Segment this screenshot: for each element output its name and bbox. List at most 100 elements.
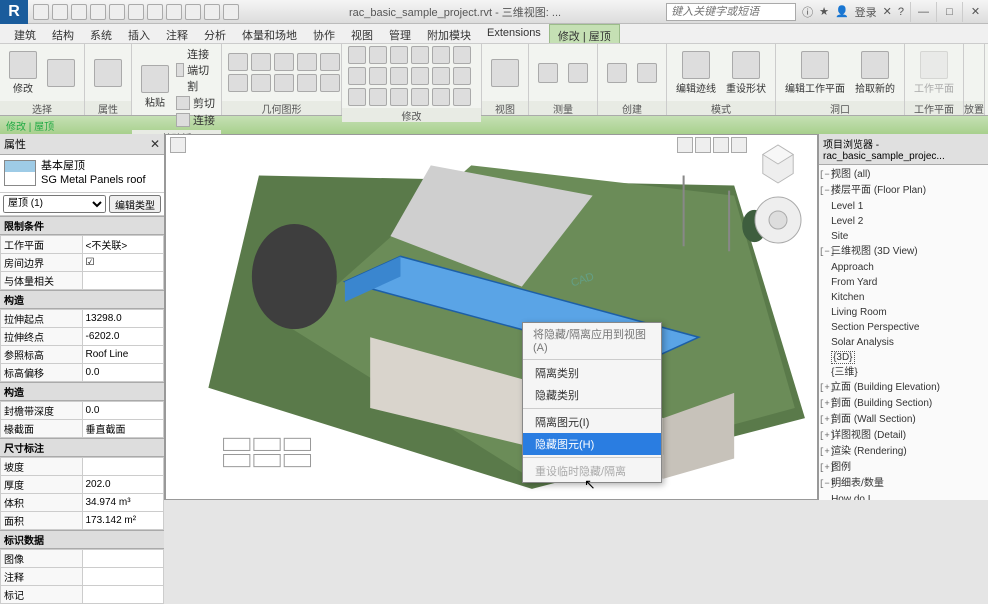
qat-save-icon[interactable]: [52, 4, 68, 20]
geo-tool-icon[interactable]: [251, 74, 271, 92]
modify-tool-icon[interactable]: [369, 46, 387, 64]
tree-node[interactable]: [+] 剖面 (Building Section): [819, 396, 988, 412]
maximize-button[interactable]: □: [936, 2, 962, 22]
tab-12[interactable]: 修改 | 屋顶: [549, 24, 620, 43]
qat-icon[interactable]: [204, 4, 220, 20]
workplane-button[interactable]: 工作平面: [911, 49, 957, 97]
type-properties-button[interactable]: [91, 57, 125, 89]
tab-10[interactable]: 附加模块: [419, 24, 479, 43]
context-menu-item[interactable]: 隐藏图元(H): [523, 433, 661, 455]
modify-tool-icon[interactable]: [411, 67, 429, 85]
prop-value[interactable]: <不关联>: [82, 235, 164, 253]
tree-node[interactable]: Approach: [819, 260, 988, 275]
geo-tool-icon[interactable]: [320, 53, 340, 71]
tree-node[interactable]: [+] 渲染 (Rendering): [819, 444, 988, 460]
user-icon[interactable]: 👤: [835, 5, 849, 18]
cut-connect-button[interactable]: 连接端切割: [176, 46, 215, 94]
tree-node[interactable]: Section Perspective: [819, 320, 988, 335]
tree-node[interactable]: Level 2: [819, 214, 988, 229]
modify-tool-icon[interactable]: [369, 67, 387, 85]
modify-tool-icon[interactable]: [390, 88, 408, 106]
qat-icon[interactable]: [147, 4, 163, 20]
tab-2[interactable]: 系统: [82, 24, 120, 43]
prop-value[interactable]: [82, 549, 164, 567]
exchange-icon[interactable]: ✕: [883, 5, 892, 18]
geo-tool-icon[interactable]: [297, 53, 317, 71]
modify-tool-icon[interactable]: [348, 88, 366, 106]
modify-tool-icon[interactable]: [348, 46, 366, 64]
prop-value[interactable]: 202.0: [82, 475, 164, 493]
viewport-3d[interactable]: CAD 将隐藏/隔离应用到视图(A) 隔离类别隐藏类别隔离图元(I)隐藏图元(H…: [165, 134, 818, 500]
tree-node[interactable]: [−] 视图 (all): [819, 167, 988, 183]
instance-selector[interactable]: 屋顶 (1): [3, 195, 106, 213]
context-menu-item[interactable]: 隔离图元(I): [523, 411, 661, 433]
properties-close-icon[interactable]: ✕: [150, 137, 160, 151]
tree-node[interactable]: [+] 立面 (Building Elevation): [819, 380, 988, 396]
vp-tool-icon[interactable]: [731, 137, 747, 153]
tree-node[interactable]: [+] 图例: [819, 460, 988, 476]
geo-tool-icon[interactable]: [228, 53, 248, 71]
tree-node[interactable]: [−] 楼层平面 (Floor Plan): [819, 183, 988, 199]
tree-node[interactable]: Site: [819, 229, 988, 244]
model-canvas[interactable]: CAD: [166, 135, 817, 499]
modify-tool-icon[interactable]: [369, 88, 387, 106]
prop-value[interactable]: 173.142 m²: [82, 511, 164, 529]
tab-8[interactable]: 视图: [343, 24, 381, 43]
modify-tool-icon[interactable]: [411, 88, 429, 106]
pick-new-button[interactable]: 拾取新的: [852, 49, 898, 97]
help-icon[interactable]: ?: [898, 6, 904, 18]
modify-tool-icon[interactable]: [411, 46, 429, 64]
tab-5[interactable]: 分析: [196, 24, 234, 43]
prop-value[interactable]: 34.974 m³: [82, 493, 164, 511]
login-label[interactable]: 登录: [855, 4, 877, 20]
properties-button[interactable]: [44, 57, 78, 89]
geo-tool-icon[interactable]: [274, 74, 294, 92]
tree-node[interactable]: [−] 明细表/数量: [819, 476, 988, 492]
qat-icon[interactable]: [223, 4, 239, 20]
join-button[interactable]: 连接: [176, 112, 215, 128]
app-logo[interactable]: R: [0, 0, 28, 24]
tree-node[interactable]: [−] 三维视图 (3D View): [819, 244, 988, 260]
tab-7[interactable]: 协作: [305, 24, 343, 43]
measure-tool[interactable]: [535, 61, 561, 85]
tab-6[interactable]: 体量和场地: [234, 24, 305, 43]
vp-tool-icon[interactable]: [713, 137, 729, 153]
nav-wheel[interactable]: [753, 195, 803, 245]
tab-9[interactable]: 管理: [381, 24, 419, 43]
prop-value[interactable]: -6202.0: [82, 327, 164, 345]
prop-value[interactable]: [82, 457, 164, 475]
tree-node[interactable]: Living Room: [819, 305, 988, 320]
prop-value[interactable]: 13298.0: [82, 309, 164, 327]
tab-0[interactable]: 建筑: [6, 24, 44, 43]
tree-node[interactable]: [+] 剖面 (Wall Section): [819, 412, 988, 428]
tree-node[interactable]: {3D}: [819, 350, 988, 365]
modify-tool-icon[interactable]: [432, 67, 450, 85]
prop-value[interactable]: Roof Line: [82, 345, 164, 363]
view-cube[interactable]: [759, 143, 797, 185]
prop-value[interactable]: ☑: [82, 253, 164, 271]
tree-node[interactable]: {三维}: [819, 365, 988, 380]
measure-tool[interactable]: [565, 61, 591, 85]
reset-shape-button[interactable]: 重设形状: [723, 49, 769, 97]
tab-4[interactable]: 注释: [158, 24, 196, 43]
edit-workplane-button[interactable]: 编辑工作平面: [782, 49, 848, 97]
info-icon[interactable]: ⓘ: [802, 4, 813, 20]
qat-print-icon[interactable]: [109, 4, 125, 20]
modify-tool-icon[interactable]: [453, 67, 471, 85]
tab-3[interactable]: 插入: [120, 24, 158, 43]
modify-tool-icon[interactable]: [432, 46, 450, 64]
geo-tool-icon[interactable]: [251, 53, 271, 71]
modify-tool-icon[interactable]: [348, 67, 366, 85]
geo-tool-icon[interactable]: [297, 74, 317, 92]
modify-tool-icon[interactable]: [390, 46, 408, 64]
modify-tool-icon[interactable]: [453, 46, 471, 64]
edit-type-button[interactable]: 编辑类型: [109, 195, 161, 213]
edit-footprint-button[interactable]: 编辑迹线: [673, 49, 719, 97]
vp-tool-icon[interactable]: [170, 137, 186, 153]
geo-tool-icon[interactable]: [228, 74, 248, 92]
prop-value[interactable]: [82, 271, 164, 289]
create-tool[interactable]: [604, 61, 630, 85]
create-tool[interactable]: [634, 61, 660, 85]
tab-1[interactable]: 结构: [44, 24, 82, 43]
tree-node[interactable]: How do I: [819, 492, 988, 500]
